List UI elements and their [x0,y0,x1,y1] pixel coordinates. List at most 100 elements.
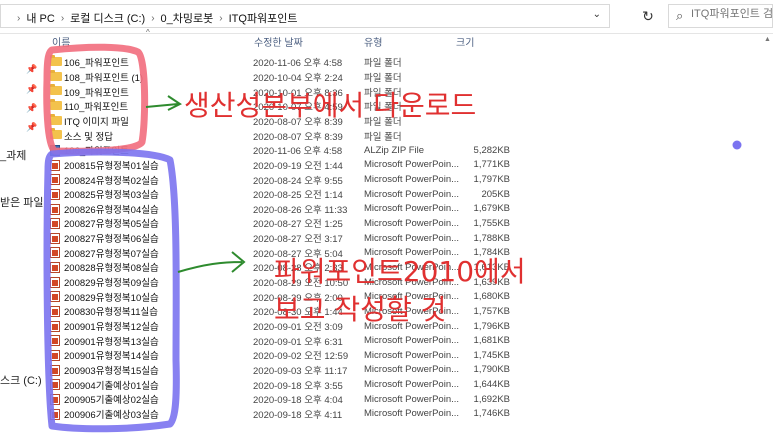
folder-icon [50,69,62,82]
file-row[interactable]: 200905기출예상02실습 2020-09-18 오후 4:04 Microsof… [50,392,510,407]
file-size: 1,796KB [473,320,510,332]
ppt-icon [50,408,62,420]
file-row[interactable]: 200904기출예상01실습 2020-09-18 오후 3:55 Microsof… [50,377,510,392]
file-row[interactable]: 200901유형정복14실습 2020-09-02 오전 12:59 Microso… [50,348,510,363]
file-size: 1,680KB [473,291,510,303]
file-row[interactable]: 200825유형정복03실습 2020-08-25 오전 1:14 Microsof… [50,187,510,202]
file-size: 1,746KB [473,408,510,420]
breadcrumb-item-folder[interactable]: 0_차밍로봇 [161,10,214,26]
scroll-up-icon[interactable]: ▲ [764,36,771,43]
breadcrumb: › 내 PC › 로컬 디스크 (C:) › 0_차밍로봇 › ITQ파워포인트 [11,10,298,26]
file-name: 106_파워포인트 [64,58,129,70]
pin-icon[interactable]: 📌 [26,103,37,114]
file-row[interactable]: 200827유형정복05실습 2020-08-27 오전 1:25 Microsof… [50,216,510,231]
file-date: 2020-09-01 오후 6:31 [253,336,343,348]
file-name: 200826유형정복04실습 [64,204,159,216]
file-name: 200830유형정복11실습 [64,307,159,319]
ppt-icon [50,203,62,215]
file-name: 200904기출예상01실습 [64,380,159,392]
file-row[interactable]: 200901유형정복13실습 2020-09-01 오후 6:31 Microsof… [50,333,510,348]
file-name: 200827유형정복05실습 [64,219,159,231]
sidebar-item-assignments[interactable]: _과제 [0,147,26,163]
file-row[interactable]: 106_파워포인트 2020-11-06 오후 4:58 ALZip ZIP Fil… [50,143,510,158]
file-row[interactable]: 200824유형정복02실습 2020-08-24 오후 9:55 Microsof… [50,172,510,187]
file-name: 200901유형정복14실습 [64,351,159,363]
file-type: 파일 폴더 [364,131,402,143]
file-date: 2020-09-18 오후 4:11 [253,409,343,421]
ppt-icon [50,218,62,230]
file-size: 1,755KB [473,217,510,229]
chevron-down-icon[interactable]: ⌄ [593,9,601,20]
ppt-icon [50,364,62,376]
pin-icon[interactable]: 📌 [26,122,37,133]
breadcrumb-item-current[interactable]: ITQ파워포인트 [229,10,298,26]
breadcrumb-item-pc[interactable]: 내 PC [26,10,54,26]
file-name: 200906기출예상03실습 [64,409,159,421]
file-name: 200825유형정복03실습 [64,190,159,202]
file-name: 106_파워포인트 [64,146,129,158]
file-name: 200827유형정복06실습 [64,234,159,246]
file-date: 2020-10-04 오후 2:24 [253,72,343,84]
pin-icon[interactable]: 📌 [26,64,37,75]
breadcrumb-item-drive[interactable]: 로컬 디스크 (C:) [70,10,145,26]
address-bar[interactable]: › 내 PC › 로컬 디스크 (C:) › 0_차밍로봇 › ITQ파워포인트… [0,4,610,28]
file-type: Microsoft PowerPoin... [364,174,460,185]
search-input[interactable] [691,8,773,20]
ppt-icon [50,188,62,200]
file-row[interactable]: 200815유형정복01실습 2020-09-19 오전 1:44 Microsof… [50,158,510,173]
navigation-pane: 📌 📌 📌 📌 _과제 받은 파일 스크 (C:) [0,34,44,441]
file-type: Microsoft PowerPoin... [364,203,460,215]
file-size: 1,788KB [473,232,510,244]
scrollbar[interactable]: ▲ [762,34,773,441]
file-row[interactable]: 106_파워포인트 2020-11-06 오후 4:58 파일 폴더 [50,55,510,70]
file-name: 109_파워포인트 [64,87,129,99]
file-date: 2020-08-26 오후 11:33 [253,204,348,216]
folder-icon [50,84,62,96]
ppt-icon [50,379,62,391]
pin-icon[interactable]: 📌 [26,84,37,95]
sort-up-icon: ^ [146,28,150,37]
column-header-name[interactable]: 이름 [52,34,70,52]
file-type: Microsoft PowerPoin... [364,393,460,405]
chevron-right-icon: › [60,12,65,24]
sidebar-item-received-files[interactable]: 받은 파일 [0,194,44,210]
file-row[interactable]: 200827유형정복06실습 2020-08-27 오전 3:17 Microsof… [50,231,510,246]
file-row[interactable]: 108_파워포인트 (1) 2020-10-04 오후 2:24 파일 폴더 [50,69,510,85]
file-name: 200829유형정복10실습 [64,292,159,304]
file-date: 2020-08-24 오후 9:55 [253,175,343,187]
ppt-icon [50,262,62,274]
file-name: 200903유형정복15실습 [64,365,159,377]
file-date: 2020-08-25 오전 1:14 [253,190,343,202]
file-date: 2020-09-18 오후 3:55 [253,380,343,392]
file-name: 200824유형정복02실습 [64,175,159,187]
file-size: 1,757KB [473,305,510,317]
refresh-icon[interactable]: ↻ [638,6,658,26]
file-type: Microsoft PowerPoin... [364,217,460,229]
address-toolbar: › 내 PC › 로컬 디스크 (C:) › 0_차밍로봇 › ITQ파워포인트… [0,0,773,34]
ppt-icon [50,291,62,303]
file-row[interactable]: 소스 및 정답 2020-08-07 오후 8:39 파일 폴더 [50,128,510,143]
file-type: Microsoft PowerPoin... [364,349,460,361]
file-name: 110_파워포인트 [64,102,129,114]
search-box[interactable]: ⌕ [668,4,773,28]
column-header-date[interactable]: 수정한 날짜 [254,34,303,52]
file-row[interactable]: 200903유형정복15실습 2020-09-03 오후 11:17 Microso… [50,363,510,378]
file-row[interactable]: 200826유형정복04실습 2020-08-26 오후 11:33 Microso… [50,202,510,217]
column-header-size[interactable]: 크기 [456,34,474,52]
folder-icon [50,113,62,126]
purple-dot [732,140,742,150]
chevron-right-icon: › [17,12,21,24]
file-date: 2020-08-07 오후 8:39 [253,131,343,143]
sidebar-item-local-disk[interactable]: 스크 (C:) [0,372,42,388]
file-size: 1,745KB [473,349,510,361]
file-date: 2020-09-02 오전 12:59 [253,351,349,363]
file-type: Microsoft PowerPoin... [364,364,460,376]
ppt-icon [50,320,62,332]
file-row[interactable]: 200906기출예상03실습 2020-09-18 오후 4:11 Microsof… [50,407,510,422]
column-header-type[interactable]: 유형 [364,34,382,52]
file-name: 108_파워포인트 (1) [64,72,144,84]
ppt-icon [50,306,62,318]
annotation-bottom-note-line1: 파워포인트2010에서 [274,255,526,288]
ppt-icon [50,247,62,259]
folder-icon [50,128,62,140]
